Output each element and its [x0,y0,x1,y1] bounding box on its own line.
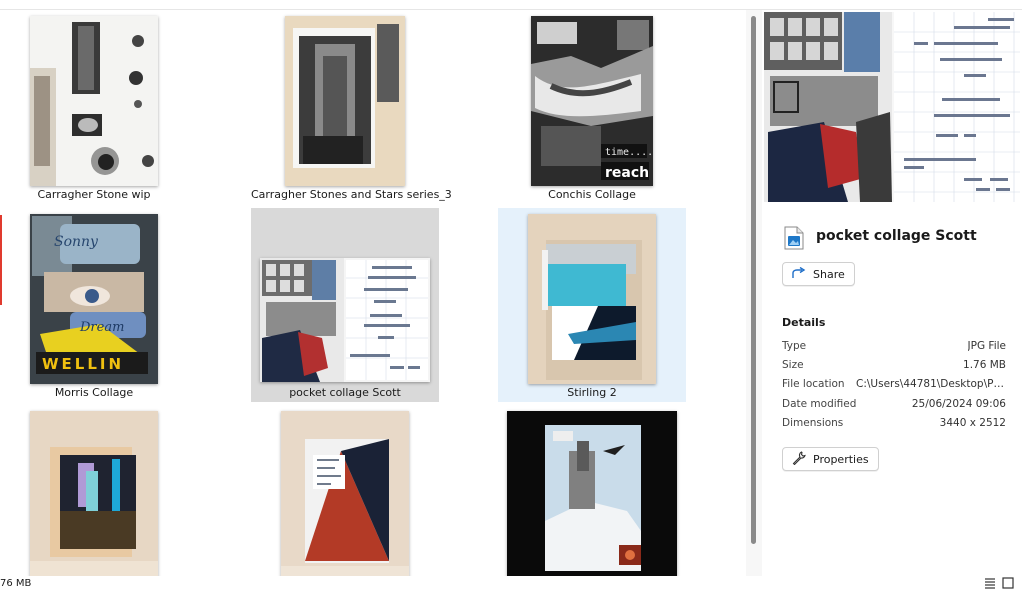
thumb-text-time: time.... [605,147,653,158]
detail-row-size: Size 1.76 MB [782,359,1006,373]
detail-row-type: Type JPG File [782,340,1006,354]
thumbnail [528,214,656,384]
details-view-icon[interactable] [984,577,996,592]
thumb-text-reach: reach [605,165,649,181]
detail-value: 25/06/2024 09:06 [911,398,1006,410]
scrollbar-thumb[interactable] [751,16,756,544]
file-item[interactable]: Sonny Dream WELLIN Morris Collage [0,208,188,402]
detail-key: Size [782,359,804,371]
share-label: Share [813,267,845,281]
detail-row-date: Date modified 25/06/2024 09:06 [782,398,1006,412]
share-icon [792,266,806,282]
file-item[interactable] [0,405,188,576]
file-name: Carragher Stones and Stars series_3 [251,188,452,201]
detail-value[interactable]: C:\Users\44781\Desktop\Phot... [856,378,1006,390]
thumbnail [30,16,158,186]
thumb-text-sonny: Sonny [54,234,99,250]
edge-indicator [0,215,2,305]
preview-image [764,12,1020,202]
detail-key: Dimensions [782,417,844,429]
file-item[interactable]: Carragher Stones and Stars series_3 [251,10,452,204]
thumbnail: time.... reach [531,16,653,186]
properties-button[interactable]: Properties [782,447,879,471]
thumbnail [30,411,158,576]
file-item[interactable]: time.... reach Conchis Collage [498,10,686,204]
file-name: Stirling 2 [567,386,617,399]
file-name: Carragher Stone wip [37,188,151,201]
properties-label: Properties [813,452,869,466]
thumbnail: Sonny Dream WELLIN [30,214,158,384]
jpg-file-icon [784,226,804,250]
thumbnail [507,411,677,576]
thumbnail [260,258,430,382]
file-name: Morris Collage [54,386,134,399]
detail-row-location: File location C:\Users\44781\Desktop\Pho… [782,378,1006,392]
detail-value: 3440 x 2512 [939,417,1006,429]
details-heading: Details [782,316,826,329]
details-pane: pocket collage Scott Share Details Type … [762,10,1022,576]
grid-scrollbar[interactable] [746,10,762,576]
file-item[interactable]: Stirling 2 [498,208,686,402]
tiles-view-icon[interactable] [1002,577,1014,592]
view-toggle [984,577,1014,592]
file-item[interactable] [498,405,686,576]
share-button[interactable]: Share [782,262,855,286]
detail-value: JPG File [967,340,1006,352]
top-divider [0,0,1022,10]
detail-value: 1.76 MB [963,359,1006,371]
thumb-text-dream: Dream [79,320,124,335]
detail-key: File location [782,378,845,390]
file-name: Conchis Collage [548,188,636,201]
thumbnail [285,16,405,186]
file-item[interactable]: Carragher Stone wip [0,10,188,204]
status-size: 76 MB [0,578,32,589]
detail-key: Type [782,340,807,352]
thumb-text-welling: WELLIN [42,355,124,373]
thumbnail [281,411,409,576]
file-item[interactable] [251,405,439,576]
details-file-name: pocket collage Scott [816,228,977,244]
detail-key: Date modified [782,398,857,410]
status-bar: 76 MB [0,576,1022,592]
file-grid: Carragher Stone wip Carragher Stones and… [0,10,746,576]
wrench-icon [792,450,806,468]
file-item-selected[interactable]: pocket collage Scott [251,208,439,402]
file-name: pocket collage Scott [289,386,401,399]
detail-row-dimensions: Dimensions 3440 x 2512 [782,417,1006,431]
